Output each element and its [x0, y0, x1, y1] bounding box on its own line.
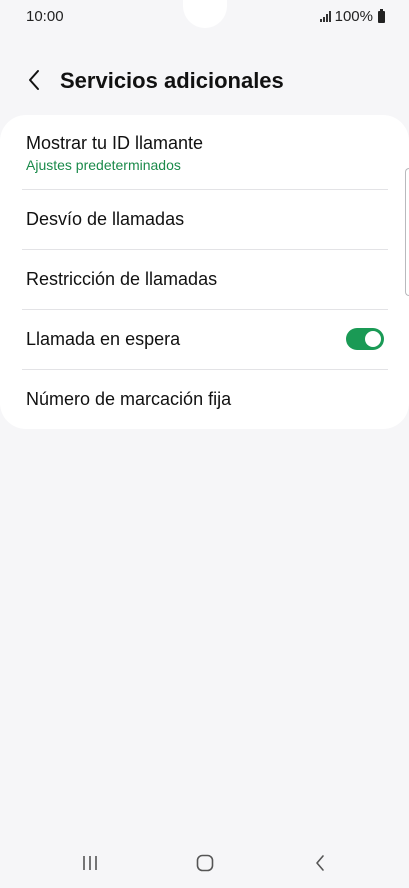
navigation-bar	[0, 838, 409, 888]
home-button[interactable]	[185, 848, 225, 878]
back-icon	[316, 855, 324, 871]
settings-item-call-forwarding[interactable]: Desvío de llamadas	[0, 190, 409, 249]
settings-item-caller-id[interactable]: Mostrar tu ID llamante Ajustes predeterm…	[0, 115, 409, 189]
settings-item-call-waiting[interactable]: Llamada en espera	[0, 310, 409, 369]
signal-icon	[319, 11, 331, 22]
settings-item-label: Número de marcación fija	[26, 389, 232, 409]
camera-notch	[183, 0, 227, 28]
recent-apps-icon	[83, 856, 97, 870]
settings-item-subtitle: Ajustes predeterminados	[26, 157, 181, 173]
settings-item-label: Llamada en espera	[26, 329, 181, 349]
settings-item-call-barring[interactable]: Restricción de llamadas	[0, 250, 409, 309]
scroll-indicator[interactable]	[405, 168, 409, 296]
page-title: Servicios adicionales	[60, 68, 284, 93]
nav-back-button[interactable]	[300, 848, 340, 878]
status-time: 10:00	[26, 8, 64, 25]
settings-item-label: Desvío de llamadas	[26, 209, 185, 229]
recent-apps-button[interactable]	[70, 848, 110, 878]
app-header: Servicios adicionales	[0, 56, 409, 106]
call-waiting-toggle[interactable]	[346, 328, 384, 350]
battery-icon	[378, 8, 385, 23]
toggle-knob	[365, 331, 381, 347]
settings-item-label: Restricción de llamadas	[26, 269, 218, 289]
settings-item-label: Mostrar tu ID llamante	[26, 133, 204, 153]
status-indicators: 100%	[319, 8, 385, 25]
settings-item-fixed-dialing[interactable]: Número de marcación fija	[0, 370, 409, 429]
battery-percentage: 100%	[334, 8, 373, 25]
chevron-left-icon	[29, 70, 39, 90]
back-button[interactable]	[20, 66, 48, 94]
status-bar: 10:00 100%	[0, 0, 409, 34]
home-icon	[196, 854, 214, 872]
settings-card: Mostrar tu ID llamante Ajustes predeterm…	[0, 115, 409, 429]
